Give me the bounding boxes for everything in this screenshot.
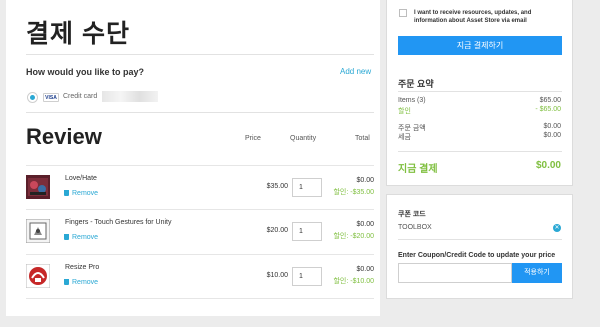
- credit-card-label: Credit card: [63, 93, 98, 100]
- item-name: Resize Pro: [65, 264, 100, 271]
- remove-button[interactable]: Remove: [64, 279, 98, 286]
- divider: [26, 112, 374, 113]
- trash-icon: [64, 234, 69, 240]
- item-price: $20.00: [266, 227, 288, 234]
- email-consent-label: I want to receive resources, updates, an…: [414, 10, 532, 24]
- row-divider: [26, 298, 374, 299]
- item-total: $0.00: [356, 266, 374, 273]
- total-column-header: Total: [355, 135, 370, 142]
- cart-row: Love/Hate Remove $35.00 1 $0.00 할인: -$35…: [26, 166, 374, 210]
- quantity-input[interactable]: 1: [292, 178, 322, 197]
- divider: [398, 151, 562, 152]
- grand-total-value: $0.00: [535, 160, 561, 171]
- grand-total-label: 지금 결제: [398, 164, 438, 175]
- price-column-header: Price: [245, 135, 261, 142]
- cart-row: Fingers - Touch Gestures for Unity Remov…: [26, 210, 374, 254]
- tax-label: 세금: [398, 134, 411, 141]
- page-title: 결제 수단: [26, 20, 130, 48]
- divider: [398, 239, 562, 240]
- item-total: $0.00: [356, 177, 374, 184]
- payment-method-radio[interactable]: [27, 92, 38, 103]
- item-total: $0.00: [356, 221, 374, 228]
- item-discount: 할인: -$35.00: [333, 189, 374, 196]
- item-discount: 할인: -$10.00: [333, 278, 374, 285]
- love-hate-thumbnail: [26, 175, 50, 199]
- cart-row: Resize Pro Remove $10.00 1 $0.00 할인: -$1…: [26, 255, 374, 299]
- items-label: Items (3): [398, 97, 426, 104]
- card-number-redacted: [102, 91, 158, 102]
- item-name: Fingers - Touch Gestures for Unity: [65, 219, 172, 226]
- items-value: $65.00: [539, 97, 561, 104]
- coupon-code-input[interactable]: [398, 263, 512, 283]
- pay-now-button[interactable]: 지금 결제하기: [398, 36, 562, 55]
- order-summary-title: 주문 요약: [398, 79, 434, 89]
- discount-label: 할인: [398, 108, 411, 115]
- trash-icon: [64, 190, 69, 196]
- order-summary-panel: I want to receive resources, updates, an…: [386, 0, 573, 186]
- fingers-thumbnail: [26, 219, 50, 243]
- discount-value: - $65.00: [535, 106, 561, 113]
- remove-label: Remove: [72, 279, 99, 286]
- trash-icon: [64, 279, 69, 285]
- remove-button[interactable]: Remove: [64, 234, 98, 241]
- visa-icon: VISA: [43, 93, 59, 102]
- quantity-input[interactable]: 1: [292, 222, 322, 241]
- coupon-prompt: Enter Coupon/Credit Code to update your …: [398, 252, 556, 259]
- review-title: Review: [26, 124, 102, 149]
- coupon-panel: 쿠폰 코드 TOOLBOX ✕ Enter Coupon/Credit Code…: [386, 194, 573, 299]
- quantity-input[interactable]: 1: [292, 267, 322, 286]
- apply-coupon-button[interactable]: 적용하기: [512, 263, 562, 283]
- payment-question: How would you like to pay?: [26, 67, 145, 77]
- add-new-payment-link[interactable]: Add new: [340, 67, 371, 76]
- item-price: $10.00: [266, 272, 288, 279]
- resize-pro-thumbnail: [26, 264, 50, 288]
- item-name: Love/Hate: [65, 175, 97, 182]
- remove-coupon-icon[interactable]: ✕: [553, 224, 561, 232]
- tax-value: $0.00: [543, 132, 561, 139]
- coupon-title: 쿠폰 코드: [398, 211, 426, 218]
- applied-coupon-code: TOOLBOX: [398, 224, 432, 231]
- quantity-column-header: Quantity: [290, 135, 317, 142]
- remove-label: Remove: [72, 190, 99, 197]
- order-amount-value: $0.00: [543, 123, 561, 130]
- remove-button[interactable]: Remove: [64, 190, 98, 197]
- checkout-main-panel: 결제 수단 How would you like to pay? Add new…: [6, 0, 380, 316]
- divider: [26, 54, 374, 55]
- divider: [398, 91, 562, 92]
- item-discount: 할인: -$20.00: [333, 233, 374, 240]
- remove-label: Remove: [72, 234, 99, 241]
- email-consent-checkbox[interactable]: [399, 9, 407, 17]
- item-price: $35.00: [266, 183, 288, 190]
